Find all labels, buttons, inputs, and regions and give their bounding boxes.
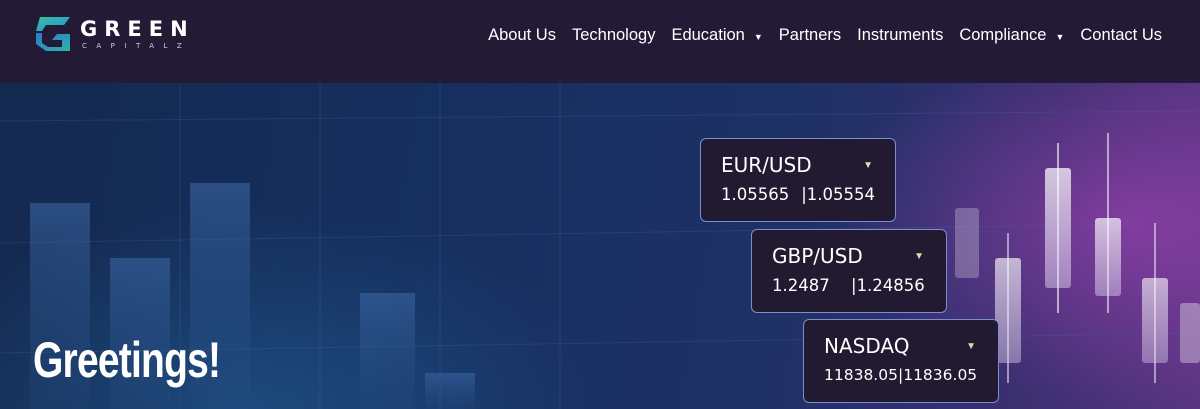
ticker-symbol: NASDAQ [824, 334, 910, 358]
ticker-symbol: GBP/USD [772, 244, 863, 268]
logo-g-icon [36, 17, 70, 51]
nav-about-us[interactable]: About Us [488, 26, 556, 45]
hero-greeting: Greetings! [33, 332, 221, 388]
top-navbar: GREEN CAPITALZ About Us Technology Educa… [0, 0, 1200, 83]
ticker-card-nasdaq[interactable]: NASDAQ ▼ 11838.05 | 11836.05 [803, 319, 999, 403]
ticker-ask: 1.24856 [856, 276, 925, 295]
ticker-bid: 1.05565 [721, 185, 790, 204]
main-nav: About Us Technology Education ▼ Partners… [488, 26, 1162, 45]
ticker-quotes: 11838.05 | 11836.05 [824, 366, 978, 384]
ticker-symbol: EUR/USD [721, 153, 812, 177]
nav-label: Contact Us [1080, 26, 1162, 44]
brand-logo[interactable]: GREEN CAPITALZ [32, 13, 195, 55]
caret-down-icon: ▼ [753, 31, 763, 42]
caret-down-icon[interactable]: ▼ [914, 251, 924, 262]
ticker-bid: 11838.05 [824, 366, 898, 384]
nav-label: Partners [778, 26, 842, 44]
ticker-ask: 11836.05 [903, 366, 978, 384]
nav-compliance[interactable]: Compliance ▼ [959, 26, 1064, 45]
nav-label: Compliance [959, 26, 1047, 44]
nav-technology[interactable]: Technology [572, 26, 655, 45]
hero-banner: Greetings! [0, 83, 1200, 409]
nav-label: Instruments [857, 26, 944, 44]
ticker-quotes: 1.2487 | 1.24856 [772, 276, 926, 295]
brand-name: GREEN [80, 17, 195, 41]
ticker-quotes: 1.05565 | 1.05554 [721, 185, 875, 204]
brand-subtitle: CAPITALZ [82, 42, 192, 50]
nav-instruments[interactable]: Instruments [857, 26, 943, 45]
ticker-bid: 1.2487 [772, 276, 830, 295]
ticker-ask: 1.05554 [806, 185, 875, 204]
nav-label: About Us [488, 26, 556, 44]
caret-down-icon: ▼ [1055, 31, 1065, 42]
caret-down-icon[interactable]: ▼ [966, 341, 976, 352]
nav-label: Education [671, 26, 745, 44]
ticker-card-gbpusd[interactable]: GBP/USD ▼ 1.2487 | 1.24856 [751, 229, 947, 313]
ticker-card-eurusd[interactable]: EUR/USD ▼ 1.05565 | 1.05554 [700, 138, 896, 222]
nav-label: Technology [571, 26, 656, 44]
nav-partners[interactable]: Partners [779, 26, 841, 45]
nav-education[interactable]: Education ▼ [671, 26, 762, 45]
caret-down-icon[interactable]: ▼ [863, 160, 873, 171]
nav-contact-us[interactable]: Contact Us [1080, 26, 1162, 45]
